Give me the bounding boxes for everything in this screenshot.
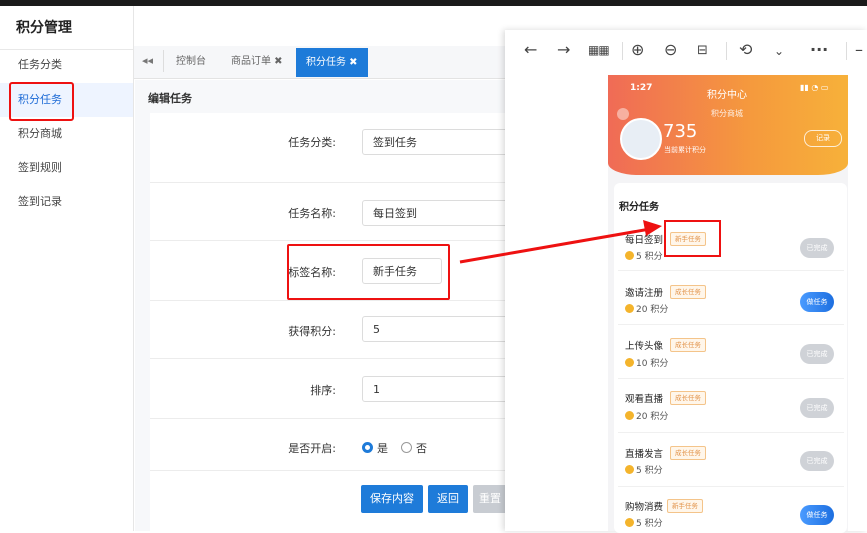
task-category-select[interactable]: 签到任务 [362,129,522,155]
row-divider [150,240,515,241]
back-circle-icon[interactable] [617,108,629,120]
coin-icon [625,465,634,474]
tab-console[interactable]: 控制台 [176,46,206,78]
sidebar-item-points-mall[interactable]: 积分商城 [0,117,133,151]
toolbar-divider [726,42,727,60]
radio-yes[interactable] [362,442,373,453]
task-points: 5 积分 [625,516,663,529]
task-badge: 成长任务 [670,446,706,460]
task-name: 购物消费 [625,502,664,513]
task-name: 观看直播 [625,394,664,405]
fit-width-icon[interactable]: ⊟ [697,43,708,58]
save-button[interactable]: 保存内容 [361,485,423,513]
task-action-button[interactable]: 已完成 [800,451,834,471]
sidebar-title: 积分管理 [0,6,133,50]
phone-header-sub: 积分商城 [711,109,743,118]
avatar [620,118,662,160]
points-total: 735 [663,121,698,142]
row-divider [150,470,515,471]
radio-yes-label: 是 [377,442,388,455]
points-label: 当前累计积分 [664,146,706,154]
task-name: 直播发言 [625,449,664,460]
task-name-label: 任务名称: [288,207,336,220]
row-divider [150,182,515,183]
radio-no-label: 否 [416,442,427,455]
task-divider [618,270,844,271]
coin-icon [625,411,634,420]
tab-product-orders[interactable]: 商品订单 ✖ [231,46,283,78]
section-title: 积分任务 [619,202,659,213]
task-points: 20 积分 [625,302,668,315]
task-action-button[interactable]: 做任务 [800,292,834,312]
sort-input[interactable]: 1 [362,376,522,402]
double-chevron-left-icon[interactable]: ◂◂ [142,54,153,67]
highlight-box-tag [287,244,450,300]
sidebar-item-checkin-records[interactable]: 签到记录 [0,185,133,219]
task-name: 邀请注册 [625,288,664,299]
task-points: 5 积分 [625,463,663,476]
task-badge: 成长任务 [670,338,706,352]
task-points: 20 积分 [625,409,668,422]
row-divider [150,300,515,301]
points-earned-input[interactable]: 5 [362,316,522,342]
task-divider [618,324,844,325]
task-category-label: 任务分类: [288,136,336,149]
task-name: 上传头像 [625,341,664,352]
coin-icon [625,518,634,527]
task-name: 每日签到 [625,235,664,246]
reset-button[interactable]: 重置 [473,485,507,513]
points-earned-label: 获得积分: [288,325,336,338]
record-button[interactable]: 记录 [804,130,842,147]
row-divider [150,418,515,419]
tab-points-tasks[interactable]: 积分任务 ✖ [296,48,368,77]
task-badge: 成长任务 [670,285,706,299]
more-icon[interactable]: ··· [810,40,828,59]
task-action-button[interactable]: 做任务 [800,505,834,525]
record-button-label: 记录 [816,134,830,142]
tab-divider [163,50,164,72]
page-title: 编辑任务 [148,92,192,105]
sort-label: 排序: [310,384,336,397]
task-badge: 新手任务 [667,499,703,513]
task-divider [618,378,844,379]
phone-time: 1:27 [630,83,653,93]
task-points: 5 积分 [625,249,663,262]
minimize-icon[interactable]: – [855,40,863,59]
task-action-button[interactable]: 已完成 [800,398,834,418]
task-divider [618,486,844,487]
sidebar-item-checkin-rules[interactable]: 签到规则 [0,151,133,185]
task-action-button[interactable]: 已完成 [800,238,834,258]
enabled-label: 是否开启: [288,442,336,455]
task-badge: 成长任务 [670,391,706,405]
task-action-button[interactable]: 已完成 [800,344,834,364]
row-divider [150,358,515,359]
highlight-box-phone [664,220,721,257]
coin-icon [625,304,634,313]
back-arrow-icon[interactable]: ← [524,40,537,59]
phone-header-title: 积分中心 [707,90,747,101]
grid-icon[interactable]: ▦▦ [588,43,610,57]
chevron-down-icon[interactable]: ⌄ [774,44,784,58]
task-points: 10 积分 [625,356,668,369]
highlight-box-sidebar [9,82,74,121]
coin-icon [625,358,634,367]
task-divider [618,432,844,433]
forward-arrow-icon[interactable]: → [557,40,570,59]
radio-no[interactable] [401,442,412,453]
toolbar-divider [622,42,623,60]
zoom-out-icon[interactable]: ⊖ [664,40,677,59]
back-button[interactable]: 返回 [428,485,468,513]
status-icons: ▮▮ ◔ ▭ [800,83,829,92]
coin-icon [625,251,634,260]
sidebar-item-task-category[interactable]: 任务分类 [0,48,133,82]
toolbar-divider [846,42,847,60]
zoom-in-icon[interactable]: ⊕ [631,40,644,59]
task-name-input[interactable]: 每日签到 [362,200,522,226]
rotate-icon[interactable]: ⟲ [739,40,752,59]
